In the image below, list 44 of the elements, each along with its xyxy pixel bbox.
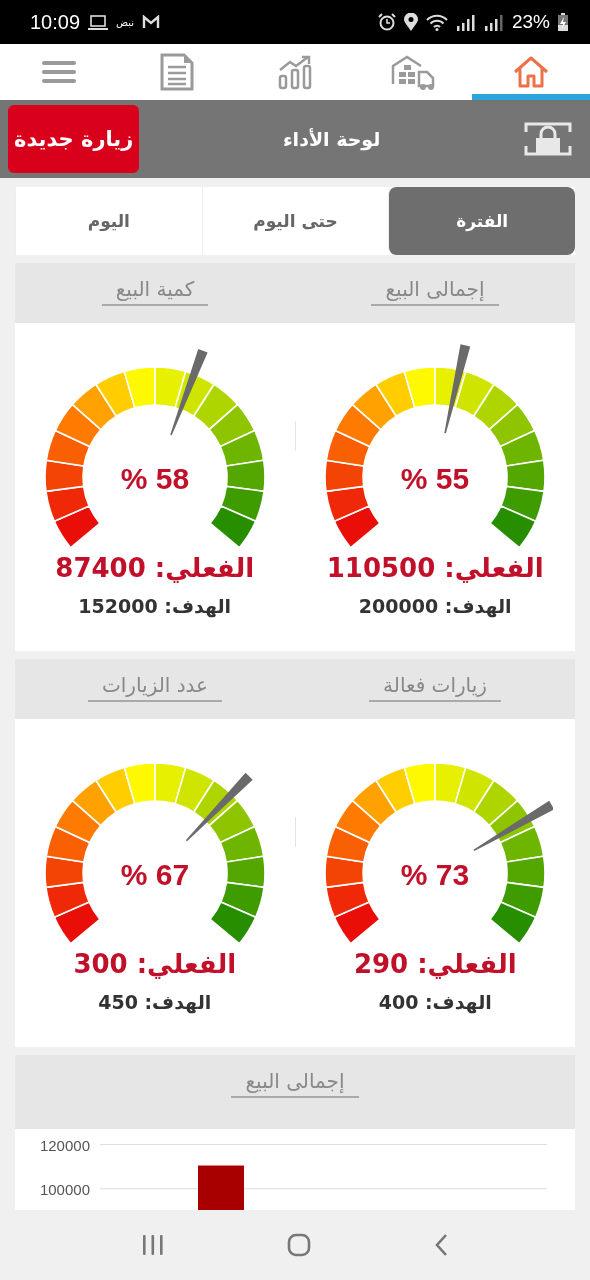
period-tab[interactable]: الفترة <box>388 187 575 255</box>
back-icon[interactable] <box>434 1233 449 1257</box>
home-button-icon[interactable] <box>287 1233 311 1257</box>
document-icon <box>160 53 194 91</box>
chart-bar <box>198 1165 244 1210</box>
gauge-percent: % 55 <box>401 462 470 495</box>
alarm-icon <box>377 13 396 31</box>
laptop-icon <box>88 14 109 30</box>
gauge-needle <box>185 772 253 842</box>
notification-text: نبض <box>116 16 135 28</box>
status-time: 10:09 <box>30 10 81 34</box>
location-icon <box>403 13 418 31</box>
target-value: الهدف: 400 <box>378 991 492 1013</box>
battery-percent: 23% <box>511 11 550 33</box>
actual-value: الفعلي: 300 <box>73 949 237 979</box>
page-title: لوحة الأداء <box>282 128 381 150</box>
battery-charging-icon <box>558 13 568 31</box>
menu-icon <box>42 60 76 84</box>
new-visit-button[interactable]: زيارة جديدة <box>8 105 140 173</box>
axis-label: 100000 <box>39 1180 90 1198</box>
target-value: الهدف: 450 <box>98 991 212 1013</box>
growth-chart-icon <box>278 54 312 90</box>
gauge-percent: % 73 <box>401 858 470 891</box>
target-value: الهدف: 200000 <box>358 595 512 617</box>
actual-value: الفعلي: 87400 <box>55 553 255 583</box>
actual-value: الفعلي: 110500 <box>326 553 544 583</box>
recent-apps-icon[interactable] <box>141 1235 164 1255</box>
signal-icon <box>455 13 476 31</box>
card-title: زيارات فعالة <box>369 673 501 702</box>
warehouse-truck-icon <box>391 54 435 90</box>
gauge-percent: % 67 <box>120 858 189 891</box>
screen-lock-icon[interactable] <box>524 122 572 156</box>
card-title: عدد الزيارات <box>87 673 223 702</box>
home-icon <box>512 55 550 89</box>
target-value: الهدف: 152000 <box>78 595 232 617</box>
card-title: إجمالى البيع <box>371 277 499 306</box>
signal-icon <box>483 13 504 31</box>
wifi-icon <box>425 13 448 31</box>
axis-label: 120000 <box>39 1136 90 1154</box>
card-title: إجمالى البيع <box>231 1069 359 1098</box>
mail-icon <box>142 15 161 29</box>
card-title: كمية البيع <box>101 277 209 306</box>
actual-value: الفعلي: 290 <box>353 949 517 979</box>
gauge-percent: % 58 <box>120 462 189 495</box>
